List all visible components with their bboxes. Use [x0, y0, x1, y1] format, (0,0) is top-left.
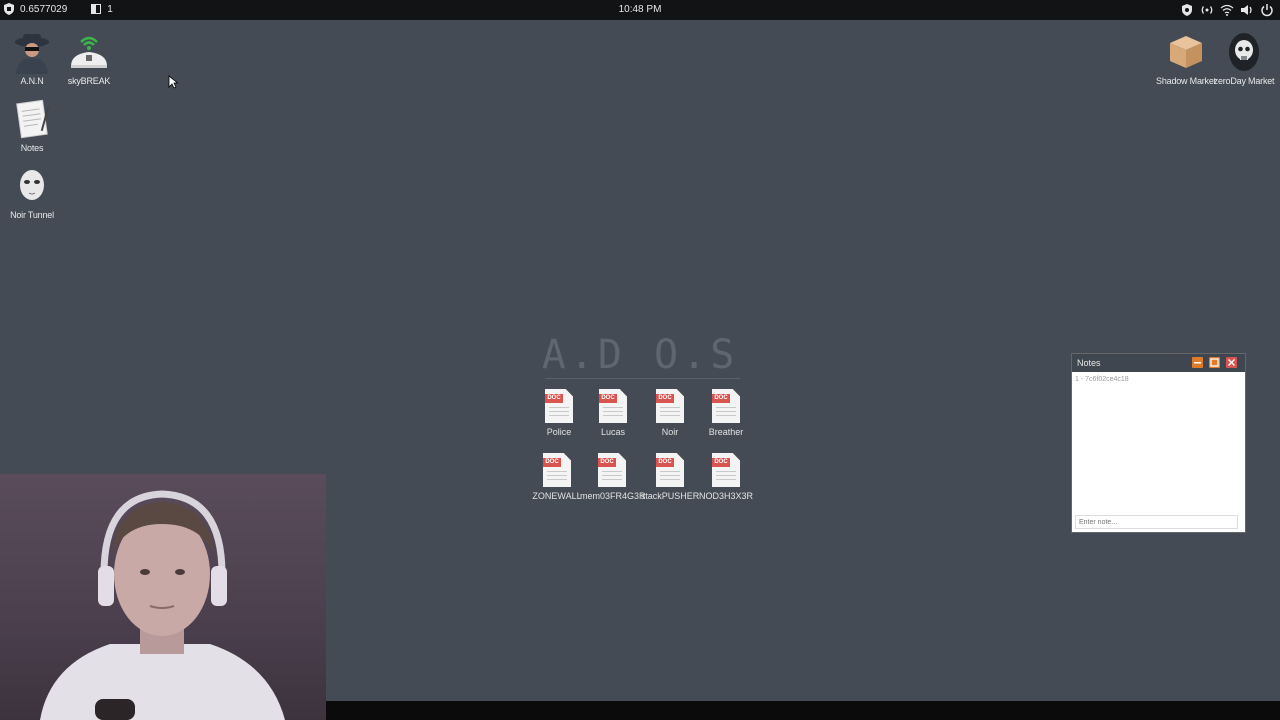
clock: 10:48 PM	[618, 4, 662, 15]
ados-title: A.D O.S	[541, 332, 739, 378]
doc-file-icon: DOC	[599, 389, 627, 423]
webcam-overlay	[0, 474, 326, 720]
doc-file-breather[interactable]: DOC Breather	[694, 389, 758, 437]
notes-window-titlebar[interactable]: Notes	[1072, 354, 1245, 372]
doc-file-icon: DOC	[712, 389, 740, 423]
notepad-icon	[10, 97, 54, 141]
desktop-icon-skybreak[interactable]: skyBREAK	[57, 30, 121, 86]
doc-file-label: stackPUSHER	[640, 491, 700, 501]
mask-icon	[10, 164, 54, 208]
ados-divider	[545, 378, 740, 379]
top-taskbar: 0.6577029 1 10:48 PM	[0, 0, 1280, 20]
desktop-icon-label: skyBREAK	[67, 76, 111, 86]
close-icon	[1228, 359, 1235, 366]
desktop-icon-label: Shadow Market	[1156, 76, 1216, 86]
streamer-figure-icon	[40, 490, 285, 720]
doc-file-nod3h3x3r[interactable]: DOC NOD3H3X3R	[694, 453, 758, 501]
desktop-icon-noir-tunnel[interactable]: Noir Tunnel	[0, 164, 64, 220]
volume-icon[interactable]	[1240, 3, 1254, 17]
doc-file-icon: DOC	[543, 453, 571, 487]
notes-window-title: Notes	[1077, 358, 1101, 368]
doc-file-icon: DOC	[712, 453, 740, 487]
power-icon[interactable]	[1260, 3, 1274, 17]
minimize-icon	[1194, 362, 1201, 364]
shield-icon[interactable]	[1180, 3, 1194, 17]
note-input[interactable]	[1075, 515, 1238, 529]
desktop-icon-shadow-market[interactable]: Shadow Market	[1154, 30, 1218, 86]
doc-file-noir[interactable]: DOC Noir	[638, 389, 702, 437]
desktop-icon-label: zeroDay Market	[1213, 76, 1275, 86]
doc-file-icon: DOC	[656, 389, 684, 423]
doc-file-label: Breather	[708, 427, 744, 437]
package-box-icon	[1164, 30, 1208, 74]
wifi-icon[interactable]	[1220, 3, 1234, 17]
desktop-icon-label: Notes	[20, 143, 44, 153]
desktop-icon-zeroday-market[interactable]: zeroDay Market	[1212, 30, 1276, 86]
doc-file-label: NOD3H3X3R	[698, 491, 754, 501]
doc-file-stackpusher[interactable]: DOC stackPUSHER	[638, 453, 702, 501]
minimize-button[interactable]	[1192, 357, 1203, 368]
doc-file-icon: DOC	[598, 453, 626, 487]
doc-file-label: Noir	[661, 427, 679, 437]
hacker-avatar-icon	[10, 30, 54, 74]
skull-icon	[1222, 30, 1266, 74]
doc-file-icon: DOC	[656, 453, 684, 487]
desktop-icon-notes[interactable]: Notes	[0, 97, 64, 153]
doc-file-icon: DOC	[545, 389, 573, 423]
notes-list: 1 - 7c6f02ce4c18	[1072, 372, 1245, 512]
desktop-icon-ann[interactable]: A.N.N	[0, 30, 64, 86]
wifi-router-icon	[67, 30, 111, 74]
close-button[interactable]	[1226, 357, 1237, 368]
maximize-button[interactable]	[1209, 357, 1220, 368]
maximize-icon	[1210, 358, 1219, 367]
doc-file-mem03fr4g3r[interactable]: DOC mem03FR4G3R	[580, 453, 646, 501]
doc-file-lucas[interactable]: DOC Lucas	[581, 389, 645, 437]
mouse-cursor-icon	[168, 75, 178, 89]
doc-file-label: mem03FR4G3R	[580, 491, 646, 501]
bottom-bar	[326, 701, 1280, 720]
desktop-icon-label: Noir Tunnel	[10, 210, 54, 220]
desktop-icon-label: A.N.N	[20, 76, 44, 86]
broadcast-icon[interactable]	[1200, 3, 1214, 17]
note-entry: 1 - 7c6f02ce4c18	[1075, 376, 1129, 383]
notes-window: Notes 1 - 7c6f02ce4c18	[1071, 353, 1246, 533]
doc-file-label: Lucas	[600, 427, 626, 437]
